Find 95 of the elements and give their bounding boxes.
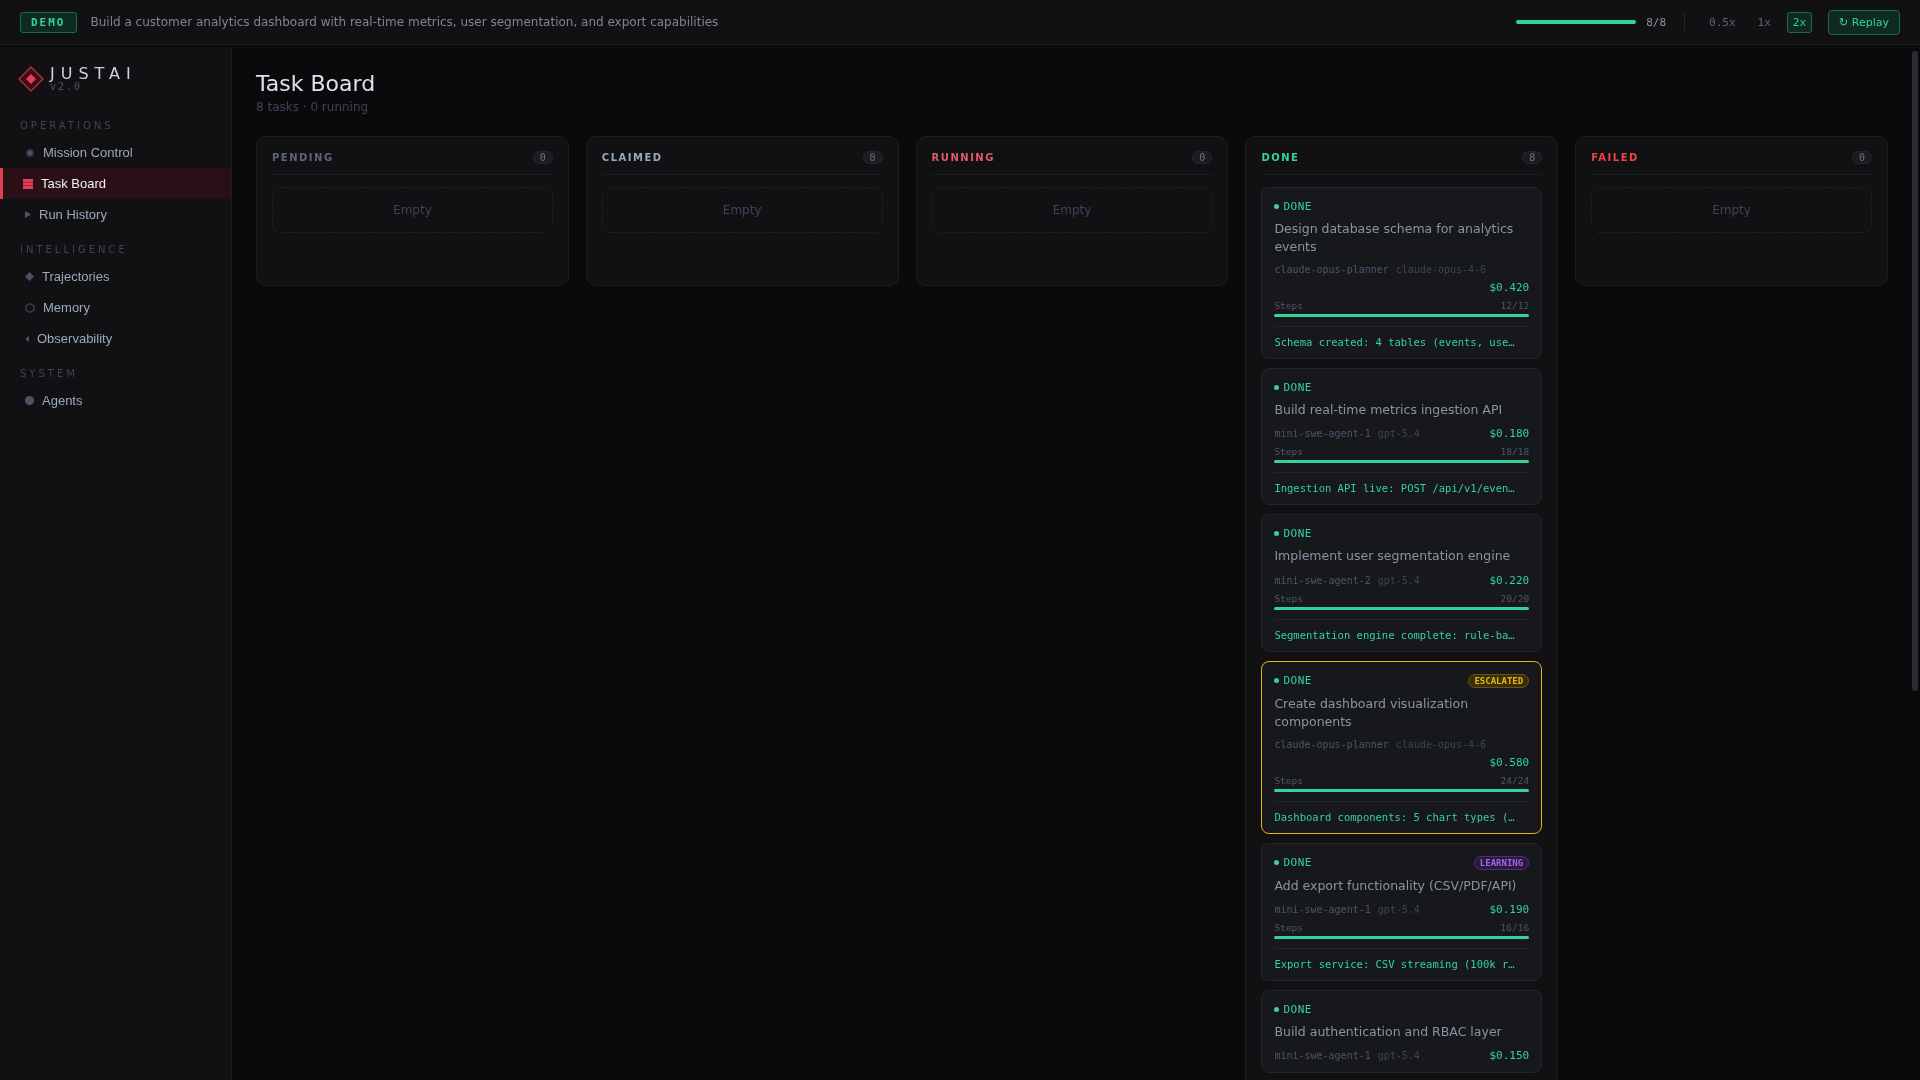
result-summary: Export service: CSV streaming (100k r… — [1274, 947, 1530, 970]
grid-icon — [23, 178, 33, 189]
agent-name: mini-swe-agent-1 — [1274, 903, 1371, 915]
status-tag: ESCALATED — [1468, 673, 1530, 688]
task-card[interactable]: DONE Build authentication and RBAC layer mini-swe-agent-1 gpt-5.4 $0.150 — [1261, 989, 1543, 1073]
status-label: DONE — [1274, 856, 1312, 870]
empty-label: Empty — [1052, 203, 1092, 217]
scrollbar[interactable] — [1912, 51, 1918, 691]
status-label: DONE — [1274, 1002, 1312, 1016]
cost-value: $0.420 — [1489, 281, 1530, 295]
steps-count: 12/12 — [1500, 300, 1530, 312]
task-title: Implement user segmentation engine — [1274, 547, 1512, 566]
section-heading: SYSTEM — [19, 367, 79, 381]
play-icon — [25, 211, 31, 218]
column-title: FAILED — [1591, 152, 1639, 163]
status-label: DONE — [1274, 381, 1312, 395]
nav-item[interactable]: Memory — [0, 292, 231, 323]
status-label: DONE — [1274, 527, 1312, 541]
cost-value: $0.580 — [1489, 755, 1530, 769]
speed-button[interactable]: 2x — [1786, 11, 1813, 33]
task-card[interactable]: DONE LEARNING Add export functionality (CSV/PDF/API) mini-swe-agent-1 gpt-5.4 $0.190 Steps 16/16 Export service: CSV streaming (100k r… — [1261, 842, 1543, 981]
empty-label: Empty — [1712, 203, 1751, 217]
count-badge: 0 — [532, 151, 553, 164]
steps-count: 18/18 — [1500, 446, 1530, 458]
task-title: Build authentication and RBAC layer — [1274, 1022, 1503, 1041]
version-label: v2.0 — [50, 82, 83, 92]
steps-count: 24/24 — [1500, 774, 1530, 786]
model-name: claude-opus-4-6 — [1395, 738, 1487, 750]
count-badge: 0 — [1192, 151, 1213, 164]
status-tag: LEARNING — [1473, 855, 1530, 870]
task-card[interactable]: DONE Design database schema for analytics events claude-opus-planner claude-opus-4-6 $0.420 Steps 12/12 Schema created: 4 tables (events, use… — [1261, 187, 1543, 360]
count-badge: 0 — [862, 151, 883, 164]
task-title: Create dashboard visualization components — [1274, 694, 1470, 731]
nav-item[interactable]: Mission Control — [0, 137, 231, 168]
nav-item[interactable]: Run History — [0, 199, 231, 230]
demo-badge: DEMO — [20, 11, 77, 33]
steps-label: Steps — [1274, 921, 1303, 933]
status-label: DONE — [1274, 200, 1312, 213]
column-title: CLAIMED — [601, 152, 663, 163]
task-card[interactable]: DONE Implement user segmentation engine mini-swe-agent-2 gpt-5.4 $0.220 Steps 20/20 Segmentation engine complete: rule-ba… — [1261, 514, 1543, 652]
empty-label: Empty — [393, 203, 432, 217]
column-title: DONE — [1261, 152, 1300, 163]
nav-item[interactable]: Observability — [0, 323, 231, 354]
steps-label: Steps — [1274, 774, 1303, 786]
agent-name: mini-swe-agent-2 — [1274, 574, 1371, 586]
count-badge: 8 — [1522, 151, 1543, 164]
cost-value: $0.180 — [1489, 427, 1530, 441]
steps-count: 20/20 — [1500, 592, 1530, 604]
task-card[interactable]: DONE Build real-time metrics ingestion API mini-swe-agent-1 gpt-5.4 $0.180 Steps 18/18 Ingestion API live: POST /api/v1/even… — [1261, 368, 1543, 506]
steps-label: Steps — [1274, 592, 1303, 604]
cost-value: $0.220 — [1489, 573, 1530, 587]
replay-button[interactable]: ↻ Replay — [1828, 9, 1900, 35]
status-label: DONE — [1274, 674, 1312, 687]
model-name: gpt-5.4 — [1377, 1050, 1420, 1061]
result-summary: Dashboard components: 5 chart types (… — [1274, 800, 1530, 823]
nav-item[interactable]: Task Board — [0, 168, 231, 199]
cost-value: $0.150 — [1489, 1049, 1530, 1062]
task-title: Build real-time metrics ingestion API — [1274, 401, 1504, 420]
diamond-logo-icon — [18, 66, 44, 92]
result-summary: Schema created: 4 tables (events, use… — [1274, 326, 1530, 349]
model-name: gpt-5.4 — [1377, 903, 1420, 915]
agent-name: mini-swe-agent-1 — [1274, 1050, 1371, 1061]
steps-label: Steps — [1274, 300, 1303, 312]
result-summary: Ingestion API live: POST /api/v1/even… — [1274, 472, 1530, 495]
steps-count: 16/16 — [1500, 921, 1530, 933]
task-title: Add export functionality (CSV/PDF/API) — [1274, 876, 1518, 895]
page-subtitle: 8 tasks · 0 running — [256, 100, 370, 114]
dot-icon — [25, 396, 34, 405]
task-title: Design database schema for analytics events — [1274, 220, 1515, 257]
agent-name: claude-opus-planner — [1274, 264, 1389, 276]
model-name: gpt-5.4 — [1377, 574, 1420, 586]
chevron-icon — [25, 335, 29, 342]
page-title: Task Board — [256, 71, 377, 96]
hexagon-icon — [25, 302, 35, 313]
count-badge: 0 — [1851, 151, 1872, 164]
model-name: gpt-5.4 — [1377, 428, 1420, 440]
diamond-icon — [25, 272, 34, 281]
task-description: Build a customer analytics dashboard with real-time metrics, user segmentation, and export capabilities — [90, 15, 719, 29]
agent-name: mini-swe-agent-1 — [1274, 428, 1371, 440]
progress-count: 8/8 — [1646, 15, 1667, 29]
column-title: PENDING — [272, 152, 334, 163]
section-heading: OPERATIONS — [19, 119, 115, 133]
column-title: RUNNING — [931, 152, 995, 163]
nav-item[interactable]: Trajectories — [0, 261, 231, 292]
model-name: claude-opus-4-6 — [1395, 264, 1487, 276]
agent-name: claude-opus-planner — [1274, 738, 1389, 750]
circle-icon — [25, 147, 35, 158]
task-card[interactable]: DONE ESCALATED Create dashboard visualization components claude-opus-planner claude-opus-4-6 $0.580 Steps 24/24 Dashboard components: 5 chart types (… — [1261, 660, 1543, 834]
logo-text: JUSTAI — [50, 66, 137, 82]
cost-value: $0.190 — [1489, 902, 1530, 916]
nav-item[interactable]: Agents — [0, 385, 231, 416]
empty-label: Empty — [722, 203, 762, 217]
result-summary: Segmentation engine complete: rule-ba… — [1274, 618, 1530, 641]
steps-label: Steps — [1274, 446, 1303, 458]
section-heading: INTELLIGENCE — [19, 243, 129, 257]
